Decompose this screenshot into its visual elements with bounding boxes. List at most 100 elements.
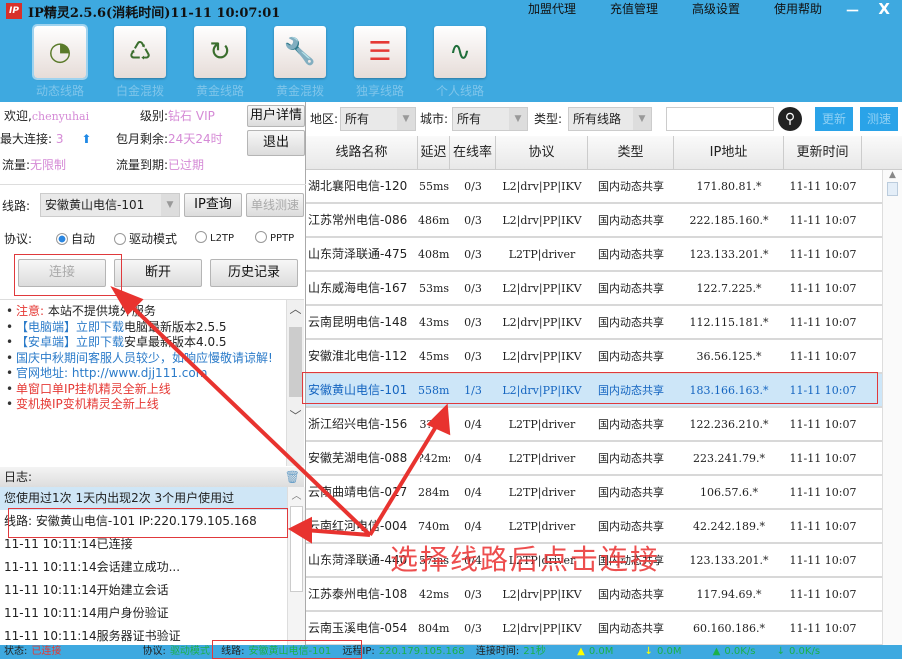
region-select[interactable]: 所有 ▼ (340, 107, 416, 131)
table-cell: 11-11 10:07 (789, 384, 857, 397)
log-title: 日志: (4, 470, 33, 484)
log-entry: 11-11 10:11:14会话建立成功... (4, 560, 181, 574)
scroll-up-icon[interactable]: ︿ (288, 487, 305, 502)
city-label: 城市: (420, 112, 449, 126)
connect-button[interactable]: 连接 (18, 259, 106, 287)
column-header[interactable]: 在线率 (450, 136, 496, 169)
table-cell: 0/3 (464, 248, 482, 261)
scroll-down-icon[interactable]: ﹀ (287, 407, 304, 424)
table-scrollbar[interactable]: ▲ (882, 170, 902, 645)
ip-query-button[interactable]: IP查询 (184, 193, 242, 217)
table-cell: 国内动态共享 (598, 282, 664, 295)
notice-item[interactable]: 变机换IP变机精灵全新上线 (6, 397, 284, 413)
radio-driver[interactable]: 驱动模式 (114, 230, 177, 247)
trash-icon[interactable]: 🗑 (285, 467, 300, 487)
column-header[interactable]: 更新时间 (784, 136, 862, 169)
search-icon[interactable]: ⚲ (778, 107, 802, 131)
notice-text: 电脑最新版本2.5.5 (124, 319, 227, 334)
toolbar-3[interactable]: ↻ 黄金线路 (190, 26, 250, 99)
toolbar-1[interactable]: ◔ 动态线路 (30, 24, 90, 99)
download-rate-icon: ▲ (712, 646, 721, 657)
scroll-thumb[interactable] (289, 327, 302, 397)
menu-advanced-settings[interactable]: 高级设置 (692, 0, 740, 17)
table-cell: L2|drv|PP|IKV (502, 316, 582, 329)
logout-button[interactable]: 退出 (247, 130, 305, 156)
search-input[interactable] (666, 107, 774, 131)
speed-test-button[interactable]: 测速 (860, 107, 898, 131)
table-row[interactable]: 湖北襄阳电信-120 55ms 0/3 L2|drv|PP|IKV 国内动态共享 171.… (306, 170, 882, 204)
table-row[interactable]: 山东威海电信-167 53ms 0/3 L2|drv|PP|IKV 国内动态共享 122.… (306, 272, 882, 306)
users-refresh-icon: ♺ (114, 26, 166, 78)
table-cell: 安徽芜湖电信-088 (308, 451, 408, 465)
scroll-up-icon[interactable]: ︿ (287, 300, 304, 317)
left-panel: 欢迎,chenyuhai 级别:钻石 VIP 最大连接: 3 ⬆ 包月剩余:24… (0, 102, 306, 645)
table-row[interactable]: 江苏泰州电信-108 42ms 0/3 L2|drv|PP|IKV 国内动态共享 117.… (306, 578, 882, 612)
toolbar-5[interactable]: ☰ 独享线路 (350, 26, 410, 99)
notice-item[interactable]: 官网地址: http://www.djj111.com (6, 366, 284, 382)
notice-item[interactable]: 【安卓端】立即下载安卓最新版本4.0.5 (6, 335, 284, 351)
scroll-up-icon[interactable]: ▲ (883, 170, 902, 180)
city-select[interactable]: 所有 ▼ (452, 107, 528, 131)
log-list: 您使用过1次 1天内出现2次 3个用户使用过 线路: 安徽黄山电信-101 IP:… (0, 487, 288, 648)
table-row[interactable]: 云南昆明电信-148 43ms 0/3 L2|drv|PP|IKV 国内动态共享 112.… (306, 306, 882, 340)
menu-agent[interactable]: 加盟代理 (528, 0, 576, 17)
minimize-button[interactable]: － (845, 0, 860, 21)
toolbar-label: 动态线路 (35, 84, 84, 98)
notice-item[interactable]: 国庆中秋期间客服人员较少，如响应慢敬请谅解! (6, 351, 284, 367)
type-select[interactable]: 所有线路 ▼ (568, 107, 652, 131)
notice-item[interactable]: 单窗口单IP挂机精灵全新上线 (6, 382, 284, 398)
close-button[interactable]: X (878, 0, 890, 18)
traffic-label: 流量: (2, 158, 31, 172)
table-row[interactable]: 山东菏泽联通-440 57ms 0/4 L2TP|driver 国内动态共享 123.13… (306, 544, 882, 578)
column-header[interactable]: 类型 (588, 136, 674, 169)
table-cell: 284ms (418, 486, 450, 499)
table-cell: 江苏常州电信-086 (308, 213, 408, 227)
table-row[interactable]: 云南玉溪电信-054 804ms 0/3 L2|drv|PP|IKV 国内动态共享 60.… (306, 612, 882, 646)
disconnect-button[interactable]: 断开 (114, 259, 202, 287)
line-select[interactable]: 安徽黄山电信-101 ▼ (40, 193, 180, 217)
table-row[interactable]: 江苏常州电信-086 486ms 0/3 L2|drv|PP|IKV 国内动态共享 222… (306, 204, 882, 238)
notice-item[interactable]: 【电脑端】立即下载电脑最新版本2.5.5 (6, 320, 284, 336)
radio-label: 自动 (71, 232, 96, 246)
scroll-thumb[interactable] (290, 506, 303, 592)
menu-help[interactable]: 使用帮助 (774, 0, 822, 17)
radio-l2tp[interactable]: L2TP (195, 230, 234, 244)
table-row[interactable]: 安徽淮北电信-112 45ms 0/3 L2|drv|PP|IKV 国内动态共享 36.5… (306, 340, 882, 374)
table-cell: 11-11 10:07 (789, 452, 857, 465)
table-row[interactable]: 浙江绍兴电信-156 3?ms 0/4 L2TP|driver 国内动态共享 122.23… (306, 408, 882, 442)
toolbar-4[interactable]: 🔧 黄金混拨 (270, 26, 330, 99)
table-row[interactable]: 云南曲靖电信-017 284ms 0/4 L2TP|driver 国内动态共享 106.5… (306, 476, 882, 510)
table-row[interactable]: 安徽黄山电信-101 558ms 1/3 L2|drv|PP|IKV 国内动态共享 183… (306, 374, 882, 408)
history-button[interactable]: 历史记录 (210, 259, 298, 287)
upgrade-arrow-icon[interactable]: ⬆ (81, 132, 91, 146)
table-cell: 408ms (418, 248, 450, 261)
user-details-button[interactable]: 用户详情 (247, 105, 305, 127)
toolbar-6[interactable]: ∿ 个人线路 (430, 26, 490, 99)
table-cell: 11-11 10:07 (789, 554, 857, 567)
column-header[interactable]: IP地址 (674, 136, 784, 169)
column-header[interactable]: 线路名称 (306, 136, 418, 169)
notice-scrollbar[interactable]: ︿ ﹀ (286, 300, 304, 466)
single-speed-test-button[interactable]: 单线测速 (246, 193, 304, 217)
notice-item[interactable]: 注意: 本站不提供境外服务 (6, 304, 284, 320)
refresh-button[interactable]: 更新 (815, 107, 853, 131)
table-cell: 浙江绍兴电信-156 (308, 417, 408, 431)
table-row[interactable]: 山东菏泽联通-475 408ms 0/3 L2TP|driver 国内动态共享 123.1… (306, 238, 882, 272)
table-cell: 122.7.225.* (696, 282, 762, 295)
log-scrollbar[interactable]: ︿ (287, 487, 305, 645)
menu-recharge[interactable]: 充值管理 (610, 0, 658, 17)
line-status-value: 安徽黄山电信-101 (248, 646, 332, 657)
title-bar: IP IP精灵2.5.6(消耗时间)11-11 10:07:01 加盟代理 充值… (0, 0, 902, 22)
column-header[interactable]: 协议 (496, 136, 588, 169)
table-cell: ?42ms (418, 452, 450, 465)
radio-auto[interactable]: 自动 (56, 230, 95, 247)
radio-pptp[interactable]: PPTP (255, 230, 294, 244)
toolbar-2[interactable]: ♺ 白金混拨 (110, 26, 170, 99)
table-row[interactable]: 安徽芜湖电信-088 ?42ms 0/4 L2TP|driver 国内动态共享 223.2… (306, 442, 882, 476)
upload-total: 0.0M (656, 646, 682, 657)
scroll-thumb[interactable] (887, 182, 898, 196)
level-label: 级别: (140, 109, 169, 123)
table-cell: 安徽淮北电信-112 (308, 349, 408, 363)
table-row[interactable]: 云南红河电信-004 740ms 0/4 L2TP|driver 国内动态共享 42.24… (306, 510, 882, 544)
column-header[interactable]: 延迟 (418, 136, 450, 169)
